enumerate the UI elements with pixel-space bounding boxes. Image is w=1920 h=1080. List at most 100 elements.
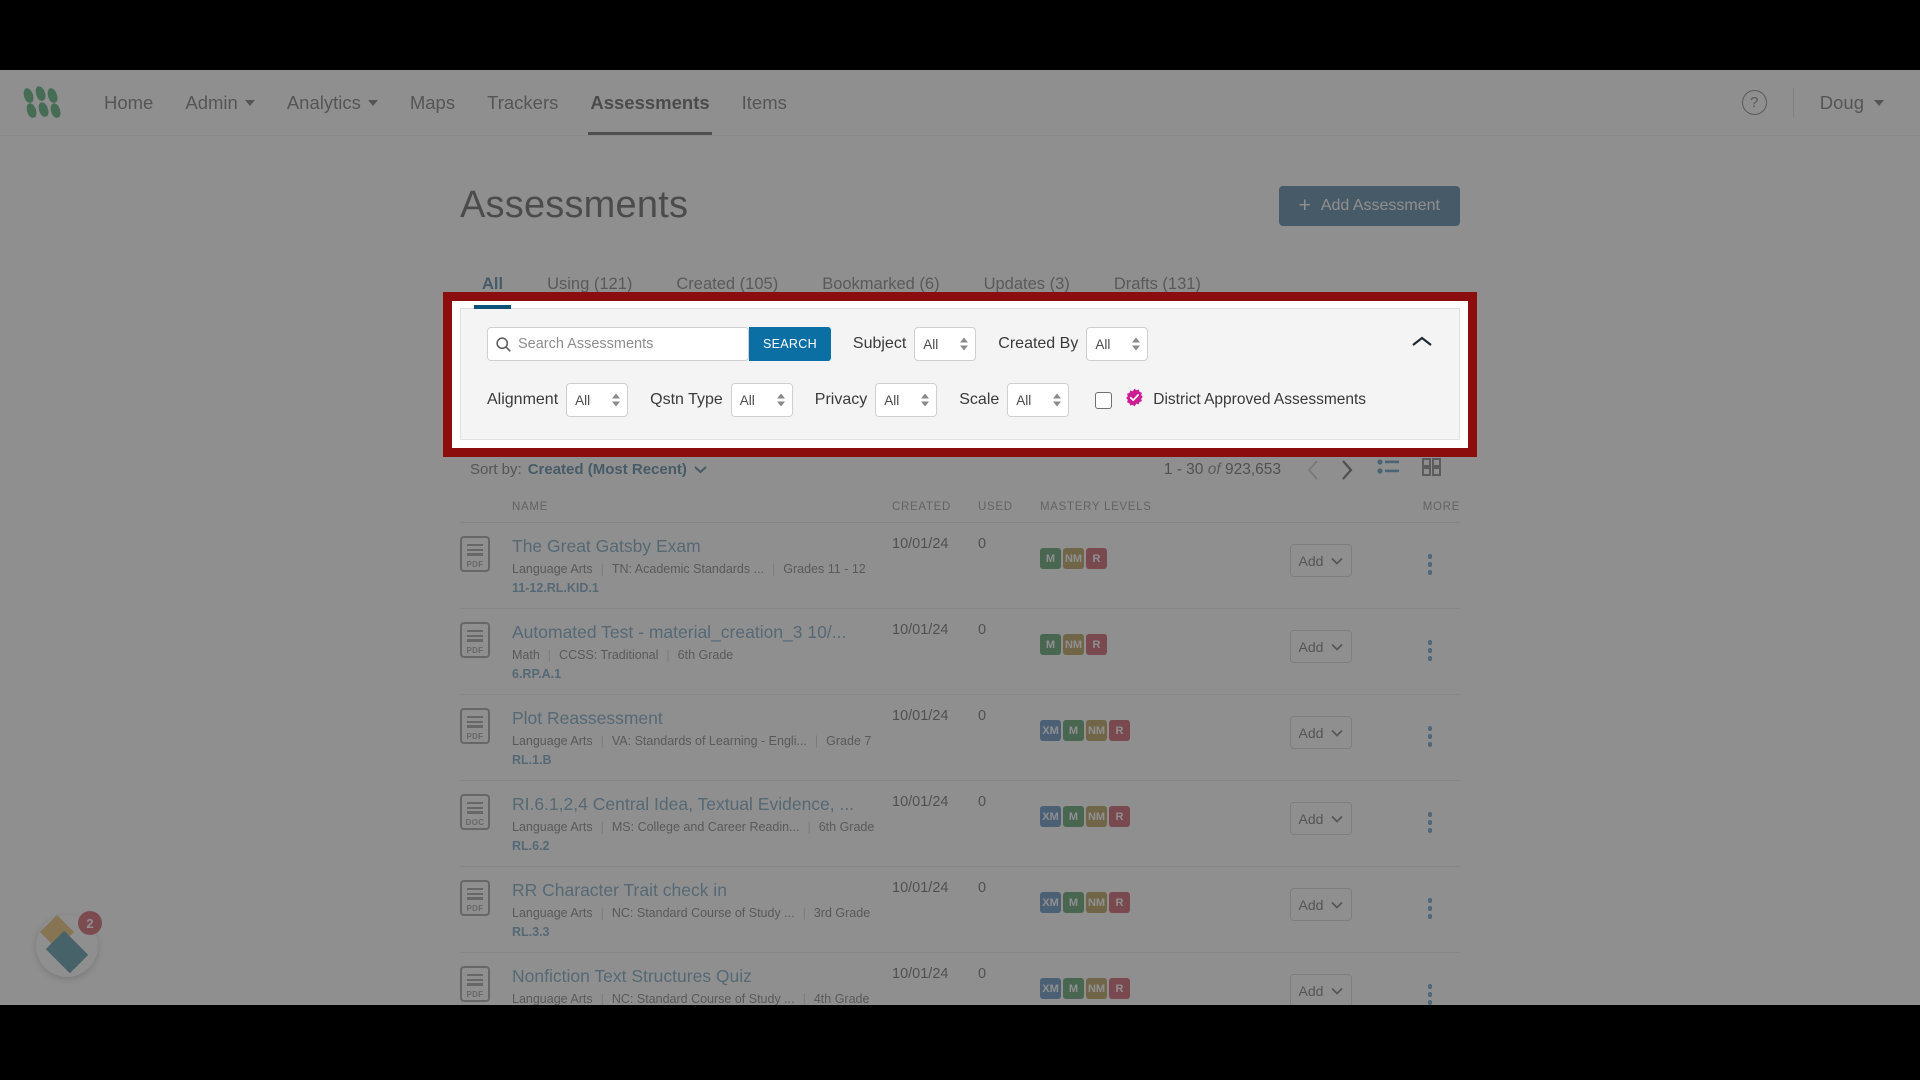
add-dropdown-button[interactable]: Add: [1290, 716, 1352, 749]
row-more-menu-button[interactable]: [1400, 966, 1460, 1005]
nav-item-items[interactable]: Items: [726, 70, 803, 135]
meta-grade: 3rd Grade: [813, 906, 871, 920]
tab-drafts-131[interactable]: Drafts (131): [1092, 265, 1223, 308]
add-dropdown-button[interactable]: Add: [1290, 888, 1352, 921]
filter-select-alignment[interactable]: All: [566, 383, 629, 417]
table-header-name: NAME: [512, 495, 892, 523]
mastery-badges: M NM R: [1040, 622, 1290, 655]
help-icon[interactable]: ?: [1741, 90, 1767, 115]
assessment-title-link[interactable]: Automated Test - material_creation_3 10/…: [512, 622, 892, 643]
add-assessment-button[interactable]: + Add Assessment: [1278, 185, 1460, 226]
assessment-meta: Language Arts | NC: Standard Course of Stu…: [512, 992, 892, 1005]
filter-select-value: All: [884, 392, 900, 408]
add-label: Add: [1298, 810, 1324, 827]
next-page-button[interactable]: [1330, 455, 1363, 485]
tab-bookmarked-6[interactable]: Bookmarked (6): [800, 265, 961, 308]
row-more-menu-button[interactable]: [1400, 794, 1460, 833]
filter-select-created-by[interactable]: All: [1086, 327, 1149, 361]
search-button[interactable]: SEARCH: [749, 327, 831, 361]
row-file-icon-cell: PDF: [460, 522, 512, 609]
filter-select-subject[interactable]: All: [914, 327, 977, 361]
standard-code-link[interactable]: RL.1.B: [512, 753, 892, 767]
filter-select-privacy[interactable]: All: [875, 383, 938, 417]
stepper-arrows-icon[interactable]: [776, 393, 785, 407]
row-more-cell: [1400, 952, 1460, 1005]
tab-using-121[interactable]: Using (121): [525, 265, 654, 308]
file-doc-icon: DOC: [460, 794, 490, 830]
stepper-arrows-icon[interactable]: [960, 337, 969, 351]
add-label: Add: [1298, 638, 1324, 655]
tab-created-105[interactable]: Created (105): [654, 265, 800, 308]
row-more-menu-button[interactable]: [1400, 880, 1460, 919]
row-file-icon-cell: PDF: [460, 694, 512, 781]
app-page: Home Admin Analytics Maps Trackers Assessment…: [0, 70, 1920, 1005]
previous-page-button[interactable]: [1297, 455, 1330, 485]
pagination-range: 1 - 30: [1163, 460, 1204, 478]
search-input[interactable]: [518, 328, 748, 360]
nav-item-home[interactable]: Home: [88, 70, 169, 135]
district-approved-checkbox[interactable]: [1095, 391, 1113, 409]
standard-code-link[interactable]: RL.3.3: [512, 925, 892, 939]
meta-grade: 4th Grade: [813, 992, 870, 1005]
add-dropdown-button[interactable]: Add: [1290, 630, 1352, 663]
meta-standard: CCSS: Traditional: [559, 648, 659, 662]
assessment-title-link[interactable]: Nonfiction Text Structures Quiz: [512, 966, 892, 987]
standard-code-link[interactable]: 6.RP.A.1: [512, 667, 892, 681]
chat-widget-button[interactable]: 2: [36, 911, 102, 977]
meta-subject: Math: [512, 648, 540, 662]
table-header-row: NAME CREATED USED MASTERY LEVELS MORE: [460, 495, 1460, 523]
assessment-title-link[interactable]: RR Character Trait check in: [512, 880, 892, 901]
file-type-label: PDF: [466, 990, 484, 999]
stepper-arrows-icon[interactable]: [612, 393, 621, 407]
add-dropdown-button[interactable]: Add: [1290, 974, 1352, 1005]
filter-select-qstn-type[interactable]: All: [730, 383, 793, 417]
chevron-down-icon: [1331, 901, 1344, 909]
sort-by-value[interactable]: Created (Most Recent): [528, 461, 687, 478]
row-mastery-cell: XM M NM R: [1040, 866, 1290, 953]
tab-updates-3[interactable]: Updates (3): [962, 265, 1092, 308]
stepper-arrows-icon[interactable]: [921, 393, 930, 407]
nav-item-assessments[interactable]: Assessments: [574, 70, 725, 135]
add-dropdown-button[interactable]: Add: [1290, 802, 1352, 835]
nav-item-label: Assessments: [590, 92, 710, 113]
grid-view-button[interactable]: [1414, 454, 1450, 485]
filter-select-value: All: [1016, 392, 1032, 408]
table-row: DOC RI.6.1,2,4 Central Idea, Textual Evid…: [460, 780, 1460, 867]
filter-select-scale[interactable]: All: [1007, 383, 1070, 417]
row-add-cell: Add: [1290, 866, 1400, 953]
collapse-filters-button[interactable]: [1411, 335, 1433, 354]
file-type-label: PDF: [466, 732, 484, 741]
assessment-title-link[interactable]: RI.6.1,2,4 Central Idea, Textual Evidenc…: [512, 794, 892, 815]
add-label: Add: [1298, 552, 1324, 569]
assessment-title-link[interactable]: Plot Reassessment: [512, 708, 892, 729]
search-box[interactable]: [487, 327, 749, 361]
sort-chevron-down-icon[interactable]: [694, 461, 707, 479]
nav-item-maps[interactable]: Maps: [394, 70, 471, 135]
mastery-badge-nm: NM: [1086, 892, 1107, 913]
tab-all[interactable]: All: [460, 265, 525, 309]
standard-code-link[interactable]: 11-12.RL.KID.1: [512, 581, 892, 595]
row-more-menu-button[interactable]: [1400, 622, 1460, 661]
standard-code-link[interactable]: RL.6.2: [512, 839, 892, 853]
user-menu[interactable]: Doug: [1820, 92, 1884, 114]
list-view-button[interactable]: [1369, 454, 1408, 485]
mastery-badge-nm: NM: [1063, 548, 1084, 569]
row-created-cell: 10/01/24: [892, 780, 978, 867]
mastery-badge-r: R: [1109, 978, 1130, 999]
stepper-arrows-icon[interactable]: [1132, 337, 1141, 351]
row-used-cell: 0: [978, 608, 1040, 695]
nav-item-trackers[interactable]: Trackers: [471, 70, 574, 135]
nav-item-analytics[interactable]: Analytics: [271, 70, 394, 135]
row-more-menu-button[interactable]: [1400, 708, 1460, 747]
app-logo-icon[interactable]: [21, 84, 63, 120]
row-more-menu-button[interactable]: [1400, 536, 1460, 575]
assessment-title-link[interactable]: The Great Gatsby Exam: [512, 536, 892, 557]
nav-item-admin[interactable]: Admin: [169, 70, 270, 135]
mastery-badge-nm: NM: [1086, 720, 1107, 741]
add-dropdown-button[interactable]: Add: [1290, 544, 1352, 577]
stepper-arrows-icon[interactable]: [1053, 393, 1062, 407]
table-row: PDF RR Character Trait check in Language A…: [460, 866, 1460, 953]
meta-grade: 6th Grade: [677, 648, 734, 662]
add-assessment-label: Add Assessment: [1320, 196, 1440, 214]
page-title: Assessments: [460, 184, 689, 226]
